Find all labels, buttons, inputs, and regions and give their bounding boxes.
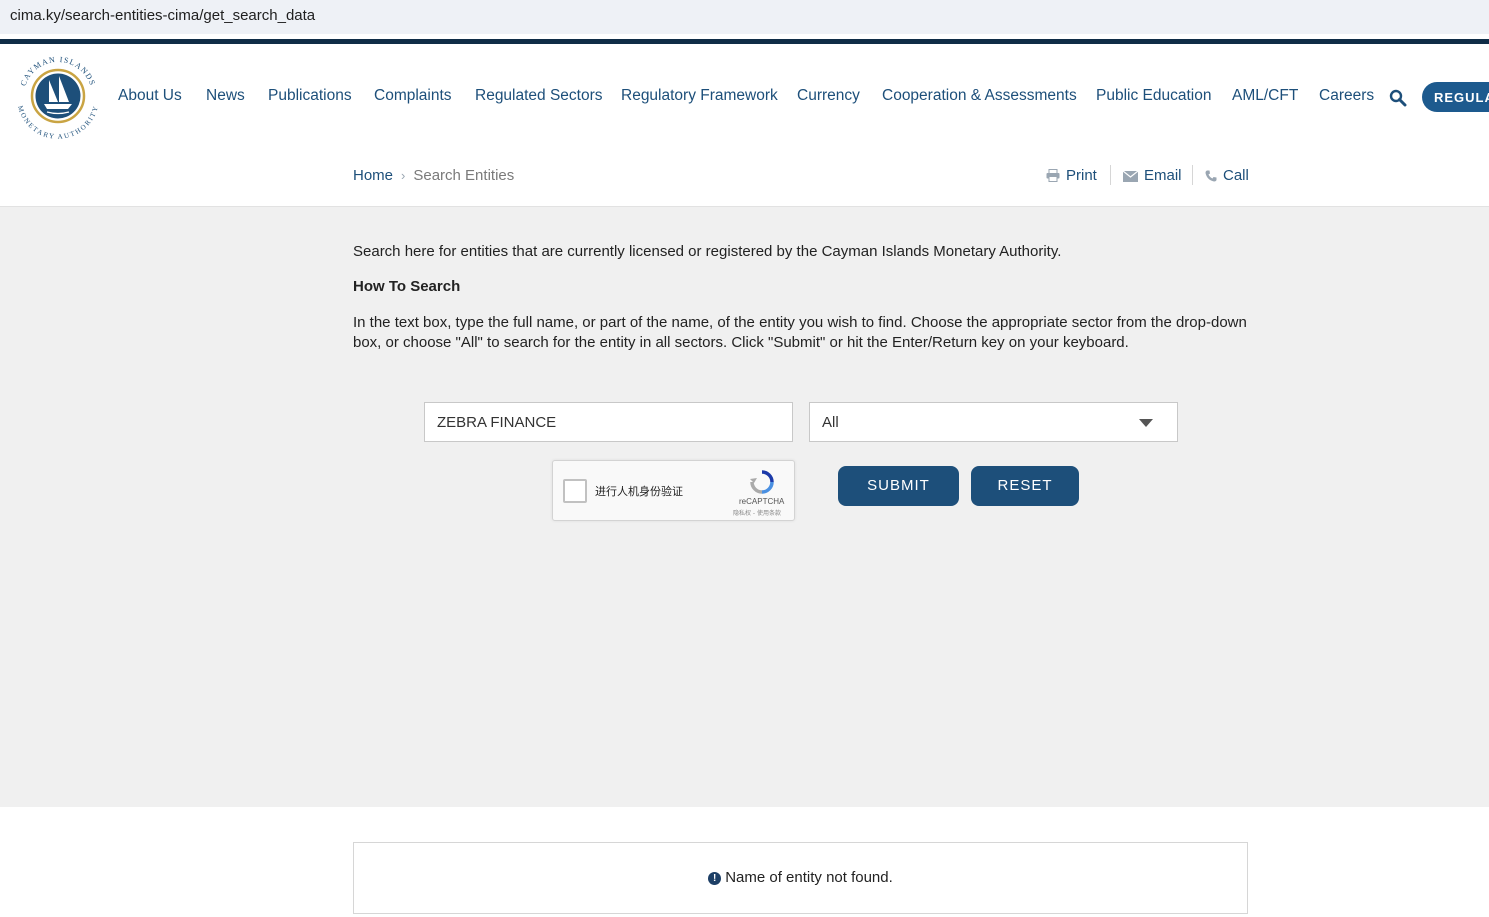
printer-icon (1046, 169, 1060, 182)
sector-selected-value: All (822, 414, 839, 431)
envelope-icon (1122, 170, 1139, 182)
search-instructions: In the text box, type the full name, or … (353, 314, 1247, 351)
recaptcha-checkbox[interactable] (563, 479, 587, 503)
nav-careers[interactable]: Careers (1319, 87, 1374, 105)
sector-select[interactable]: All (809, 402, 1178, 442)
entity-name-input[interactable] (424, 402, 793, 442)
search-icon[interactable] (1389, 89, 1407, 107)
nav-news[interactable]: News (206, 87, 245, 105)
breadcrumb-home[interactable]: Home (353, 167, 393, 184)
nav-cooperation-assessments[interactable]: Cooperation & Assessments (882, 87, 1077, 105)
recaptcha-label: 进行人机身份验证 (595, 485, 683, 498)
recaptcha-logo-icon (750, 470, 774, 494)
print-label: Print (1066, 167, 1097, 184)
tool-divider (1110, 165, 1111, 185)
print-link[interactable]: Print (1046, 167, 1097, 184)
nav-complaints[interactable]: Complaints (374, 87, 452, 105)
reset-button[interactable]: RESET (971, 466, 1079, 506)
caret-down-icon (1139, 419, 1153, 427)
phone-icon (1205, 170, 1217, 182)
browser-address-bar[interactable]: cima.ky/search-entities-cima/get_search_… (0, 0, 1489, 34)
search-result-panel: ! Name of entity not found. (353, 842, 1248, 914)
recaptcha-widget: 进行人机身份验证 reCAPTCHA 隐私权 - 使用条款 (552, 460, 795, 521)
call-link[interactable]: Call (1205, 167, 1249, 184)
nav-currency[interactable]: Currency (797, 87, 860, 105)
email-label: Email (1144, 167, 1182, 184)
nav-publications[interactable]: Publications (268, 87, 352, 105)
url-text[interactable]: cima.ky/search-entities-cima/get_search_… (10, 7, 315, 24)
nav-regulated-sectors[interactable]: Regulated Sectors (475, 87, 603, 105)
how-to-search-heading: How To Search (353, 278, 461, 295)
recaptcha-brand: reCAPTCHA (739, 497, 785, 506)
nav-regulatory-framework[interactable]: Regulatory Framework (621, 87, 778, 105)
header-top-border (0, 39, 1489, 44)
breadcrumb-separator: › (401, 168, 406, 183)
nav-public-education[interactable]: Public Education (1096, 87, 1211, 105)
recaptcha-terms[interactable]: 隐私权 - 使用条款 (733, 508, 781, 517)
breadcrumb: Home › Search Entities (353, 167, 514, 184)
call-label: Call (1223, 167, 1249, 184)
nav-aml-cft[interactable]: AML/CFT (1232, 87, 1298, 105)
nav-about-us[interactable]: About Us (118, 87, 182, 105)
cima-logo[interactable]: CAYMAN ISLANDS MONETARY AUTHORITY (14, 52, 102, 140)
regulatory-cta-button[interactable]: REGULAT (1422, 82, 1489, 112)
intro-text: Search here for entities that are curren… (353, 243, 1062, 260)
submit-button[interactable]: SUBMIT (838, 466, 959, 506)
breadcrumb-current: Search Entities (413, 167, 515, 184)
result-message: Name of entity not found. (725, 869, 893, 886)
info-icon: ! (708, 872, 722, 885)
email-link[interactable]: Email (1122, 167, 1182, 184)
tool-divider (1192, 165, 1193, 185)
result-message-row: ! Name of entity not found. (354, 869, 1247, 886)
